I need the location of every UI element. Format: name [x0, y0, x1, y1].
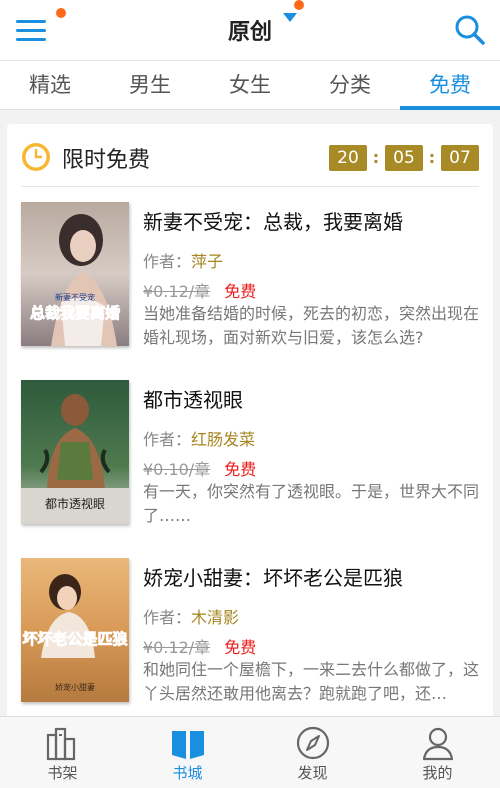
price-line: ¥0.12/章 免费	[143, 278, 256, 302]
original-price: ¥0.12/章	[143, 282, 211, 301]
page-title[interactable]: 原创	[228, 14, 272, 46]
book-description: 当她准备结婚的时候，死去的初恋，突然出现在婚礼现场，面对新欢与旧爱，该怎么选?	[143, 304, 480, 347]
nav-mine[interactable]: 我的	[375, 717, 500, 788]
nav-discover[interactable]: 发现	[250, 717, 375, 788]
price-line: ¥0.12/章 免费	[143, 634, 256, 658]
original-price: ¥0.12/章	[143, 638, 211, 657]
book-open-icon	[171, 731, 204, 759]
dropdown-caret-icon[interactable]	[283, 13, 297, 22]
book-item[interactable]: 都市透视眼 都市透视眼 作者：红肠发菜 ¥0.10/章 免费 有一天，你突然有了透…	[7, 380, 493, 532]
timer-separator: :	[428, 148, 436, 167]
book-cover[interactable]: 新妻不受宠 总裁我要离婚	[21, 202, 129, 346]
cover-text-large: 总裁我要离婚	[30, 304, 120, 322]
countdown-timer: 20 : 05 : 07	[329, 145, 479, 171]
book-author: 作者：木清影	[143, 604, 239, 628]
book-item[interactable]: 新妻不受宠 总裁我要离婚 新妻不受宠：总裁，我要离婚 作者：萍子 ¥0.12/章…	[7, 202, 493, 354]
author-label: 作者：	[143, 608, 192, 627]
book-title[interactable]: 新妻不受宠：总裁，我要离婚	[143, 206, 403, 235]
nav-label: 发现	[297, 764, 328, 782]
tab-free[interactable]: 免费	[400, 61, 500, 110]
free-badge: 免费	[224, 282, 257, 301]
cover-image: 坏坏老公是匹狼 娇宠小甜妻	[21, 558, 129, 702]
tab-male[interactable]: 男生	[100, 61, 200, 109]
author-label: 作者：	[143, 252, 192, 271]
free-books-card: 限时免费 20 : 05 : 07 新妻不受宠 总裁我要离婚 新妻不受宠：总裁，…	[7, 124, 493, 724]
book-author: 作者：红肠发菜	[143, 426, 255, 450]
category-tabs: 精选 男生 女生 分类 免费	[0, 60, 500, 110]
nav-label: 书架	[47, 764, 78, 782]
author-name[interactable]: 红肠发菜	[191, 430, 255, 449]
bottom-nav: 书架 书城 发现 我的	[0, 716, 500, 788]
top-bar: 原创	[0, 0, 500, 60]
nav-bookshelf[interactable]: 书架	[0, 717, 125, 788]
nav-label: 书城	[172, 764, 203, 782]
timer-minutes: 05	[385, 145, 423, 171]
cover-text-small: 新妻不受宠	[55, 292, 95, 302]
book-item[interactable]: 坏坏老公是匹狼 娇宠小甜妻 娇宠小甜妻：坏坏老公是匹狼 作者：木清影 ¥0.12…	[7, 558, 493, 710]
timer-separator: :	[372, 148, 380, 167]
section-header: 限时免费 20 : 05 : 07	[7, 124, 493, 186]
timer-hours: 20	[329, 145, 367, 171]
cover-text-large: 都市透视眼	[45, 496, 105, 511]
author-label: 作者：	[143, 430, 192, 449]
price-line: ¥0.10/章 免费	[143, 456, 256, 480]
title-selector[interactable]: 原创	[0, 14, 500, 46]
tab-category[interactable]: 分类	[300, 61, 400, 109]
author-name[interactable]: 木清影	[191, 608, 239, 627]
cover-text-large: 坏坏老公是匹狼	[22, 630, 128, 648]
cover-image: 新妻不受宠 总裁我要离婚	[21, 202, 129, 346]
search-button[interactable]	[454, 14, 486, 46]
user-icon	[422, 727, 453, 761]
section-title: 限时免费	[62, 148, 151, 173]
bookshelf-icon	[46, 727, 75, 761]
cover-image: 都市透视眼	[21, 380, 129, 524]
book-title[interactable]: 都市透视眼	[143, 384, 243, 413]
divider	[21, 186, 479, 187]
compass-icon	[296, 726, 329, 760]
book-cover[interactable]: 坏坏老公是匹狼 娇宠小甜妻	[21, 558, 129, 702]
notification-dot	[294, 0, 304, 10]
book-description: 和她同住一个屋檐下，一来二去什么都做了，这丫头居然还敢用他离去？跑就跑了吧，还…	[143, 660, 480, 703]
original-price: ¥0.10/章	[143, 460, 211, 479]
book-author: 作者：萍子	[143, 248, 223, 272]
tab-featured[interactable]: 精选	[0, 61, 100, 109]
book-cover[interactable]: 都市透视眼	[21, 380, 129, 524]
author-name[interactable]: 萍子	[191, 252, 223, 271]
free-badge: 免费	[224, 460, 257, 479]
timer-seconds: 07	[441, 145, 479, 171]
free-badge: 免费	[224, 638, 257, 657]
nav-label: 我的	[422, 764, 453, 782]
tab-female[interactable]: 女生	[200, 61, 300, 109]
clock-icon	[22, 143, 50, 171]
cover-text-small: 娇宠小甜妻	[55, 682, 95, 692]
nav-bookstore[interactable]: 书城	[125, 717, 250, 788]
search-icon	[455, 15, 485, 45]
book-description: 有一天，你突然有了透视眼。于是，世界大不同了……	[143, 482, 480, 525]
book-title[interactable]: 娇宠小甜妻：坏坏老公是匹狼	[143, 562, 403, 591]
